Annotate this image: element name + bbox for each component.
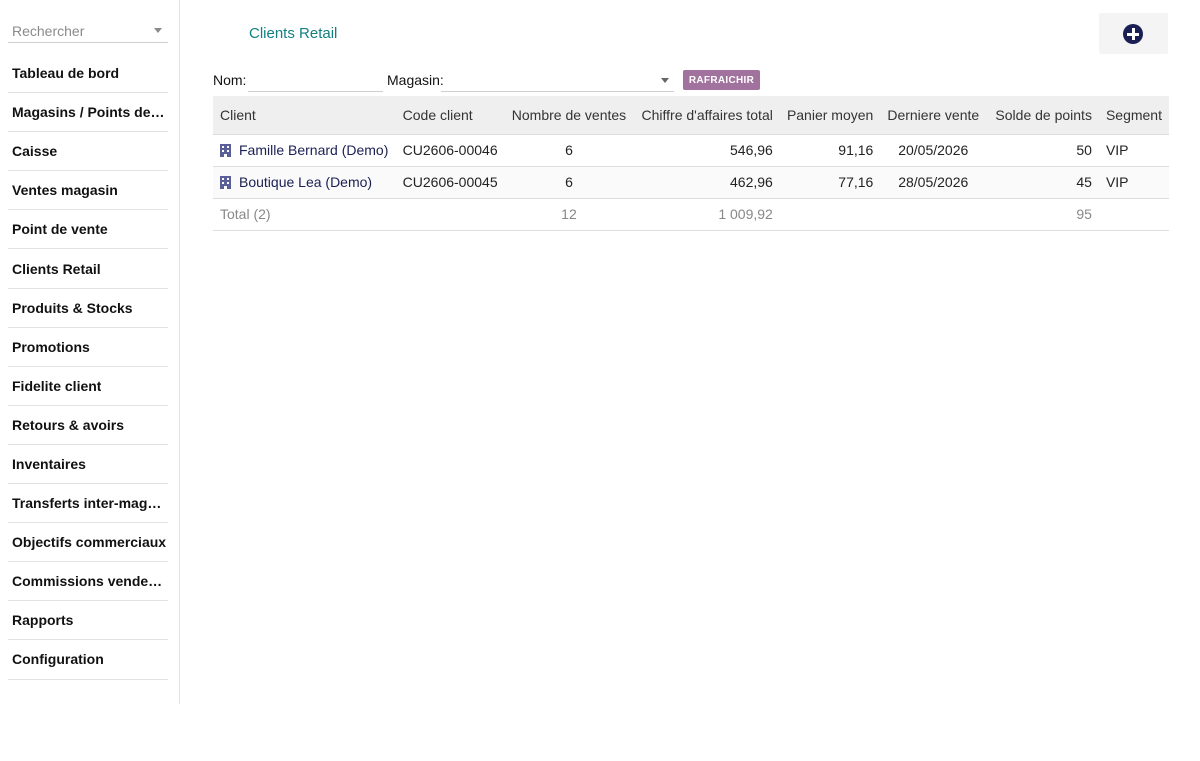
segment-cell: VIP <box>1098 134 1169 167</box>
table-row[interactable]: Famille Bernard (Demo) CU2606-00046 6 54… <box>213 134 1169 167</box>
plus-circle-icon[interactable] <box>1123 24 1143 44</box>
client-cell[interactable]: Boutique Lea (Demo) <box>213 166 396 199</box>
sidebar-item-rapports[interactable]: Rapports <box>8 601 168 641</box>
store-filter-label: Magasin: <box>387 72 444 88</box>
total-segment-cell <box>1098 198 1169 231</box>
total-last-sale-cell <box>880 198 987 231</box>
add-button[interactable] <box>1099 13 1168 54</box>
sidebar-item-label: Configuration <box>12 651 104 668</box>
sidebar-item-caisse[interactable]: Caisse <box>8 132 168 172</box>
sidebar-item-label: Clients Retail <box>12 260 101 277</box>
total-revenue: 1 009,92 <box>633 198 780 231</box>
last-sale-cell: 28/05/2026 <box>880 166 987 199</box>
last-sale-cell: 20/05/2026 <box>880 134 987 167</box>
sidebar-item-magasins[interactable]: Magasins / Points de vente <box>8 93 168 133</box>
total-label: Total (2) <box>213 198 396 231</box>
store-select[interactable] <box>441 68 674 92</box>
sidebar-item-label: Magasins / Points de vente <box>12 104 168 121</box>
sidebar-item-commissions[interactable]: Commissions vendeurs <box>8 562 168 602</box>
sales-cell: 6 <box>504 134 634 167</box>
sidebar-item-label: Retours & avoirs <box>12 416 125 433</box>
page-title: Clients Retail <box>249 25 338 42</box>
sidebar-item-label: Point de vente <box>12 221 108 238</box>
sidebar-item-label: Transferts inter-magasins <box>12 495 168 512</box>
sidebar-item-label: Ventes magasin <box>12 182 118 199</box>
column-header-client[interactable]: Client <box>213 96 396 135</box>
column-header-last-sale[interactable]: Derniere vente <box>880 96 987 135</box>
refresh-button[interactable]: RAFRAICHIR <box>683 70 760 90</box>
sidebar-item-retours-avoirs[interactable]: Retours & avoirs <box>8 406 168 445</box>
search-input[interactable] <box>8 20 148 42</box>
sidebar-item-produits-stocks[interactable]: Produits & Stocks <box>8 289 168 328</box>
points-cell: 45 <box>986 166 1099 199</box>
sidebar-item-label: Produits & Stocks <box>12 299 133 316</box>
chevron-down-icon[interactable] <box>154 28 162 33</box>
points-cell: 50 <box>986 134 1099 167</box>
column-header-basket[interactable]: Panier moyen <box>779 96 881 135</box>
client-link[interactable]: Famille Bernard (Demo) <box>239 142 388 158</box>
column-header-points[interactable]: Solde de points <box>986 96 1099 135</box>
column-header-revenue[interactable]: Chiffre d'affaires total <box>633 96 780 135</box>
total-points: 95 <box>986 198 1099 231</box>
table-header-row: Client Code client Nombre de ventes Chif… <box>213 96 1169 135</box>
client-cell[interactable]: Famille Bernard (Demo) <box>213 134 396 167</box>
sidebar-item-tableau-de-bord[interactable]: Tableau de bord <box>8 54 168 94</box>
sidebar-item-point-de-vente[interactable]: Point de vente <box>8 210 168 250</box>
sidebar-item-label: Inventaires <box>12 455 86 472</box>
name-filter-input[interactable] <box>248 68 383 92</box>
building-icon <box>220 144 231 157</box>
total-code-cell <box>395 198 505 231</box>
sidebar: Tableau de bord Magasins / Points de ven… <box>0 0 180 704</box>
sidebar-item-label: Caisse <box>12 143 58 160</box>
total-row: Total (2) 12 1 009,92 95 <box>213 198 1169 231</box>
sidebar-item-inventaires[interactable]: Inventaires <box>8 445 168 485</box>
column-header-sales[interactable]: Nombre de ventes <box>504 96 634 135</box>
sidebar-menu: Tableau de bord Magasins / Points de ven… <box>8 54 168 680</box>
sidebar-item-label: Commissions vendeurs <box>12 573 168 590</box>
column-header-segment[interactable]: Segment <box>1098 96 1169 135</box>
basket-cell: 91,16 <box>779 134 881 167</box>
sidebar-item-configuration[interactable]: Configuration <box>8 640 168 680</box>
column-header-code[interactable]: Code client <box>395 96 505 135</box>
sidebar-item-label: Fidelite client <box>12 377 102 394</box>
code-cell: CU2606-00045 <box>395 166 505 199</box>
sidebar-item-clients-retail[interactable]: Clients Retail <box>8 249 168 289</box>
sidebar-item-label: Rapports <box>12 612 74 629</box>
total-basket-cell <box>779 198 881 231</box>
sidebar-item-ventes-magasin[interactable]: Ventes magasin <box>8 171 168 211</box>
sidebar-item-transferts[interactable]: Transferts inter-magasins <box>8 484 168 524</box>
sales-cell: 6 <box>504 166 634 199</box>
sidebar-item-objectifs[interactable]: Objectifs commerciaux <box>8 523 168 563</box>
segment-cell: VIP <box>1098 166 1169 199</box>
basket-cell: 77,16 <box>779 166 881 199</box>
sidebar-item-promotions[interactable]: Promotions <box>8 328 168 367</box>
code-cell: CU2606-00046 <box>395 134 505 167</box>
clients-table: Client Code client Nombre de ventes Chif… <box>213 96 1169 231</box>
revenue-cell: 462,96 <box>633 166 780 199</box>
name-filter-label: Nom: <box>213 72 247 88</box>
sidebar-item-label: Objectifs commerciaux <box>12 534 167 551</box>
total-sales: 12 <box>504 198 634 231</box>
building-icon <box>220 176 231 189</box>
table-row[interactable]: Boutique Lea (Demo) CU2606-00045 6 462,9… <box>213 166 1169 199</box>
client-link[interactable]: Boutique Lea (Demo) <box>239 174 372 190</box>
chevron-down-icon[interactable] <box>661 78 669 83</box>
revenue-cell: 546,96 <box>633 134 780 167</box>
sidebar-item-label: Tableau de bord <box>12 65 120 82</box>
sidebar-item-fidelite-client[interactable]: Fidelite client <box>8 367 168 406</box>
sidebar-item-label: Promotions <box>12 338 90 355</box>
sidebar-search[interactable] <box>8 16 168 43</box>
